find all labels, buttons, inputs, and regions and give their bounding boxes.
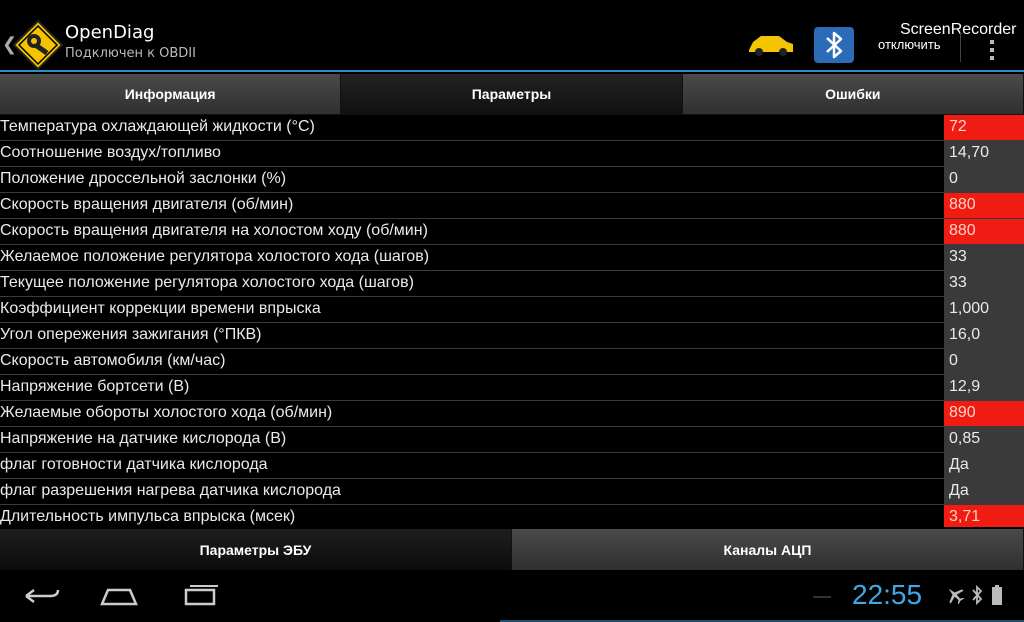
tab-errors[interactable]: Ошибки	[682, 74, 1024, 115]
parameter-name: Текущее положение регулятора холостого х…	[0, 274, 414, 291]
parameter-row[interactable]: Скорость вращения двигателя на холостом …	[0, 219, 1024, 245]
airplane-mode-icon	[948, 588, 965, 605]
car-icon[interactable]	[745, 30, 797, 58]
parameter-row[interactable]: Напряжение бортсети (В) 12,9	[0, 375, 1024, 401]
action-bar-underline	[0, 70, 1024, 72]
parameter-name: Угол опережения зажигания (°ПКВ)	[0, 326, 262, 343]
parameter-name: флаг разрешения нагрева датчика кислород…	[0, 482, 341, 499]
parameter-row[interactable]: Желаемое положение регулятора холостого …	[0, 245, 1024, 271]
opendiag-logo-icon[interactable]	[12, 19, 64, 71]
parameter-row[interactable]: флаг разрешения нагрева датчика кислород…	[0, 479, 1024, 505]
parameter-value: Да	[944, 479, 1024, 504]
clock[interactable]: 22:55	[852, 579, 922, 611]
parameter-row[interactable]: Скорость автомобиля (км/час) 0	[0, 349, 1024, 375]
tab-ecu-parameters[interactable]: Параметры ЭБУ	[0, 529, 512, 570]
parameter-row[interactable]: Текущее положение регулятора холостого х…	[0, 271, 1024, 297]
bluetooth-icon[interactable]	[813, 26, 855, 64]
parameter-row[interactable]: Желаемые обороты холостого хода (об/мин)…	[0, 401, 1024, 427]
notification-indicator	[813, 596, 831, 598]
bluetooth-status-icon	[972, 584, 983, 606]
tab-parameters[interactable]: Параметры	[341, 74, 683, 115]
home-icon[interactable]	[98, 582, 140, 610]
parameter-name: Желаемые обороты холостого хода (об/мин)	[0, 404, 333, 421]
parameter-name: Скорость вращения двигателя на холостом …	[0, 222, 428, 239]
system-bar: 22:55	[0, 570, 1024, 622]
parameter-name: Положение дроссельной заслонки (%)	[0, 170, 287, 187]
parameter-name: Температура охлаждающей жидкости (°С)	[0, 118, 315, 135]
parameter-row[interactable]: Длительность импульса впрыска (мсек) 3,71	[0, 505, 1024, 527]
parameter-value: 880	[944, 193, 1024, 218]
top-tab-bar: Информация Параметры Ошибки	[0, 74, 1024, 115]
parameter-value: 0	[944, 167, 1024, 192]
bottom-tab-bar: Параметры ЭБУ Каналы АЦП	[0, 529, 1024, 570]
parameter-name: флаг готовности датчика кислорода	[0, 456, 268, 473]
parameter-row[interactable]: флаг готовности датчика кислорода Да	[0, 453, 1024, 479]
parameter-name: Длительность импульса впрыска (мсек)	[0, 508, 296, 525]
parameter-value: 890	[944, 401, 1024, 426]
parameter-value: 72	[944, 115, 1024, 140]
parameter-name: Скорость вращения двигателя (об/мин)	[0, 196, 294, 213]
parameter-value: 880	[944, 219, 1024, 244]
parameter-name: Напряжение на датчике кислорода (В)	[0, 430, 287, 447]
parameter-row[interactable]: Угол опережения зажигания (°ПКВ) 16,0	[0, 323, 1024, 349]
parameter-name: Желаемое положение регулятора холостого …	[0, 248, 430, 265]
overflow-menu-icon[interactable]	[987, 40, 997, 64]
recent-apps-icon[interactable]	[180, 582, 222, 610]
battery-icon	[992, 585, 1002, 605]
parameter-name: Коэффициент коррекции времени впрыска	[0, 300, 321, 317]
parameter-name: Соотношение воздух/топливо	[0, 144, 221, 161]
parameter-value: Да	[944, 453, 1024, 478]
parameter-value: 33	[944, 271, 1024, 296]
parameter-row[interactable]: Температура охлаждающей жидкости (°С) 72	[0, 115, 1024, 141]
parameter-value: 0	[944, 349, 1024, 374]
parameter-value: 3,71	[944, 505, 1024, 527]
parameter-name: Скорость автомобиля (км/час)	[0, 352, 226, 369]
action-divider	[960, 32, 961, 62]
app-title: OpenDiag	[65, 22, 155, 43]
connection-status: Подключен к OBDII	[65, 46, 196, 61]
parameter-value: 12,9	[944, 375, 1024, 400]
parameter-row[interactable]: Положение дроссельной заслонки (%) 0	[0, 167, 1024, 193]
parameter-row[interactable]: Коэффициент коррекции времени впрыска 1,0…	[0, 297, 1024, 323]
parameter-row[interactable]: Соотношение воздух/топливо 14,70	[0, 141, 1024, 167]
back-icon[interactable]	[20, 582, 62, 610]
parameter-value: 1,000	[944, 297, 1024, 322]
parameter-row[interactable]: Скорость вращения двигателя (об/мин) 880	[0, 193, 1024, 219]
parameter-name: Напряжение бортсети (В)	[0, 378, 190, 395]
disconnect-button[interactable]: отключить	[878, 37, 941, 52]
parameter-list[interactable]: Температура охлаждающей жидкости (°С) 72 С…	[0, 115, 1024, 527]
tab-adc-channels[interactable]: Каналы АЦП	[512, 529, 1024, 570]
parameter-row[interactable]: Напряжение на датчике кислорода (В) 0,85	[0, 427, 1024, 453]
parameter-value: 33	[944, 245, 1024, 270]
tab-information[interactable]: Информация	[0, 74, 342, 115]
parameter-value: 14,70	[944, 141, 1024, 166]
parameter-value: 16,0	[944, 323, 1024, 348]
parameter-value: 0,85	[944, 427, 1024, 452]
action-bar: ❮ OpenDiag Подключен к OBDII ScreenRecor…	[0, 0, 1024, 72]
